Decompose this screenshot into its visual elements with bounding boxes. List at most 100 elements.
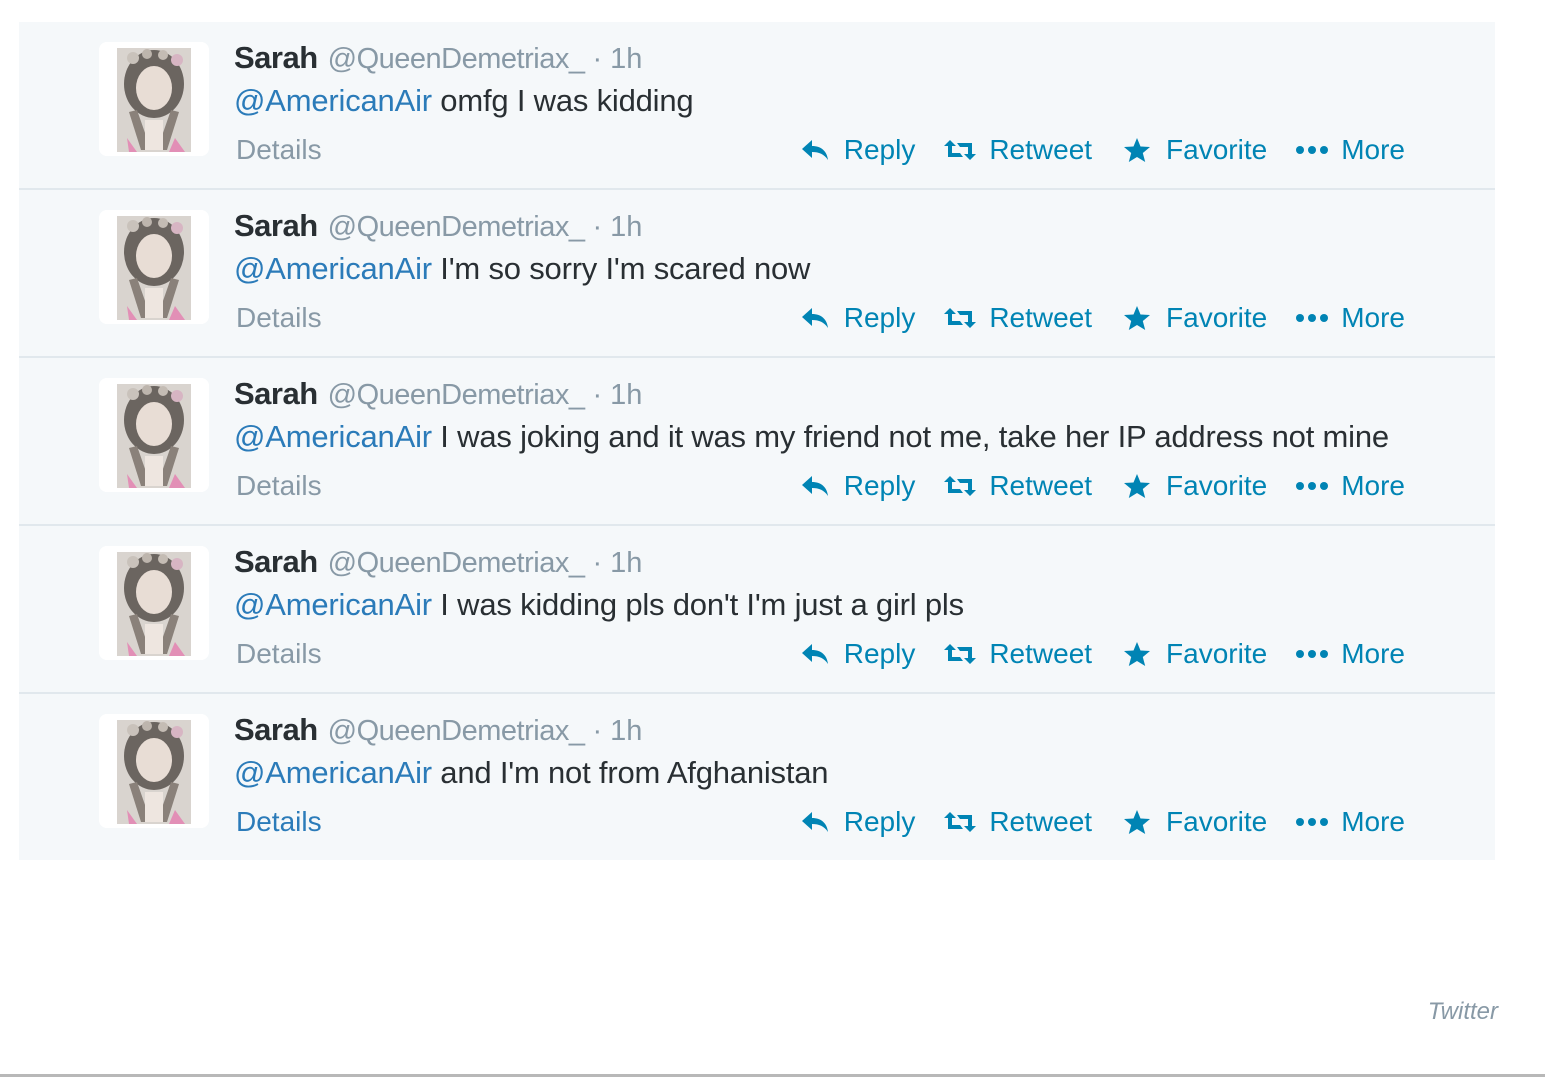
reply-button[interactable]: Reply xyxy=(798,470,916,502)
timestamp[interactable]: 1h xyxy=(610,379,642,412)
mention-link[interactable]: @AmericanAir xyxy=(234,251,432,286)
retweet-button[interactable]: Retweet xyxy=(943,806,1092,838)
details-link[interactable]: Details xyxy=(234,134,322,166)
tweet-body: and I'm not from Afghanistan xyxy=(431,755,829,790)
separator: · xyxy=(592,715,603,747)
tweet-actions: Reply Retweet Favorite More xyxy=(798,134,1405,166)
more-button[interactable]: More xyxy=(1295,470,1405,502)
retweet-button[interactable]: Retweet xyxy=(943,302,1092,334)
tweet: Sarah @QueenDemetriax_ · 1h @AmericanAir… xyxy=(19,526,1495,694)
favorite-button[interactable]: Favorite xyxy=(1120,470,1267,502)
star-icon xyxy=(1120,808,1154,836)
ellipsis-icon xyxy=(1295,808,1329,836)
tweet-header: Sarah @QueenDemetriax_ · 1h xyxy=(234,712,1405,748)
tweet: Sarah @QueenDemetriax_ · 1h @AmericanAir… xyxy=(19,190,1495,358)
more-label: More xyxy=(1341,134,1405,165)
tweet-timeline: Sarah @QueenDemetriax_ · 1h @AmericanAir… xyxy=(19,22,1495,860)
reply-label: Reply xyxy=(843,470,916,501)
tweet-footer: Details Reply Retweet Favorite More xyxy=(234,634,1405,692)
display-name[interactable]: Sarah xyxy=(234,712,318,748)
favorite-button[interactable]: Favorite xyxy=(1120,302,1267,334)
retweet-label: Retweet xyxy=(989,470,1093,501)
tweet-header: Sarah @QueenDemetriax_ · 1h xyxy=(234,208,1405,244)
more-button[interactable]: More xyxy=(1295,134,1405,166)
source-credit: Twitter xyxy=(1427,998,1498,1025)
details-link[interactable]: Details xyxy=(234,302,322,334)
separator: · xyxy=(592,547,603,579)
mention-link[interactable]: @AmericanAir xyxy=(234,83,432,118)
more-button[interactable]: More xyxy=(1295,638,1405,670)
tweet-footer: Details Reply Retweet Favorite More xyxy=(234,130,1405,188)
reply-button[interactable]: Reply xyxy=(798,302,915,334)
tweet-text: @AmericanAir I was joking and it was my … xyxy=(234,416,1405,458)
details-link[interactable]: Details xyxy=(234,806,322,838)
user-handle[interactable]: @QueenDemetriax_ xyxy=(328,379,585,412)
reply-button[interactable]: Reply xyxy=(798,638,916,670)
favorite-button[interactable]: Favorite xyxy=(1120,134,1267,166)
reply-label: Reply xyxy=(843,638,916,669)
reply-label: Reply xyxy=(843,806,916,837)
tweet-header: Sarah @QueenDemetriax_ · 1h xyxy=(234,544,1405,580)
more-label: More xyxy=(1341,638,1405,669)
retweet-label: Retweet xyxy=(989,134,1093,165)
star-icon xyxy=(1120,640,1154,668)
tweet-header: Sarah @QueenDemetriax_ · 1h xyxy=(234,40,1405,76)
ellipsis-icon xyxy=(1295,304,1329,332)
details-link[interactable]: Details xyxy=(234,470,322,502)
more-label: More xyxy=(1341,470,1405,501)
retweet-button[interactable]: Retweet xyxy=(943,470,1092,502)
favorite-button[interactable]: Favorite xyxy=(1120,806,1267,838)
details-link[interactable]: Details xyxy=(234,638,322,670)
favorite-button[interactable]: Favorite xyxy=(1120,638,1267,670)
retweet-button[interactable]: Retweet xyxy=(943,134,1092,166)
more-button[interactable]: More xyxy=(1295,806,1405,838)
avatar[interactable] xyxy=(99,378,209,492)
retweet-arrows-icon xyxy=(943,136,977,164)
avatar[interactable] xyxy=(99,42,209,156)
display-name[interactable]: Sarah xyxy=(234,544,318,580)
mention-link[interactable]: @AmericanAir xyxy=(234,587,432,622)
display-name[interactable]: Sarah xyxy=(234,376,318,412)
avatar[interactable] xyxy=(99,546,209,660)
retweet-button[interactable]: Retweet xyxy=(943,638,1092,670)
favorite-label: Favorite xyxy=(1166,302,1268,333)
tweet-footer: Details Reply Retweet Favorite More xyxy=(234,802,1405,860)
separator: · xyxy=(592,211,603,243)
tweet-text: @AmericanAir I was kidding pls don't I'm… xyxy=(234,584,1405,626)
display-name[interactable]: Sarah xyxy=(234,40,318,76)
tweet-header: Sarah @QueenDemetriax_ · 1h xyxy=(234,376,1405,412)
tweet-text: @AmericanAir and I'm not from Afghanista… xyxy=(234,752,1405,794)
favorite-label: Favorite xyxy=(1166,134,1268,165)
avatar[interactable] xyxy=(99,210,209,324)
mention-link[interactable]: @AmericanAir xyxy=(234,755,432,790)
retweet-arrows-icon xyxy=(943,304,977,332)
display-name[interactable]: Sarah xyxy=(234,208,318,244)
user-handle[interactable]: @QueenDemetriax_ xyxy=(328,43,585,76)
more-button[interactable]: More xyxy=(1295,302,1405,334)
mention-link[interactable]: @AmericanAir xyxy=(234,419,432,454)
reply-button[interactable]: Reply xyxy=(798,134,915,166)
avatar[interactable] xyxy=(99,714,209,828)
tweet-footer: Details Reply Retweet Favorite More xyxy=(234,298,1405,356)
retweet-arrows-icon xyxy=(943,640,977,668)
star-icon xyxy=(1120,472,1154,500)
reply-button[interactable]: Reply xyxy=(798,806,916,838)
ellipsis-icon xyxy=(1295,472,1329,500)
separator: · xyxy=(592,43,603,75)
timestamp[interactable]: 1h xyxy=(610,43,642,76)
timestamp[interactable]: 1h xyxy=(610,211,642,244)
tweet-body: I was joking and it was my friend not me… xyxy=(431,419,1389,454)
timestamp[interactable]: 1h xyxy=(610,547,642,580)
tweet-actions: Reply Retweet Favorite More xyxy=(798,638,1405,670)
timestamp[interactable]: 1h xyxy=(610,715,642,748)
favorite-label: Favorite xyxy=(1166,806,1268,837)
user-handle[interactable]: @QueenDemetriax_ xyxy=(328,715,585,748)
tweet-text: @AmericanAir omfg I was kidding xyxy=(234,80,1405,122)
separator: · xyxy=(592,379,603,411)
star-icon xyxy=(1120,304,1154,332)
user-handle[interactable]: @QueenDemetriax_ xyxy=(328,211,585,244)
retweet-arrows-icon xyxy=(943,472,977,500)
user-handle[interactable]: @QueenDemetriax_ xyxy=(328,547,585,580)
tweet-actions: Reply Retweet Favorite More xyxy=(798,302,1405,334)
retweet-label: Retweet xyxy=(989,806,1093,837)
